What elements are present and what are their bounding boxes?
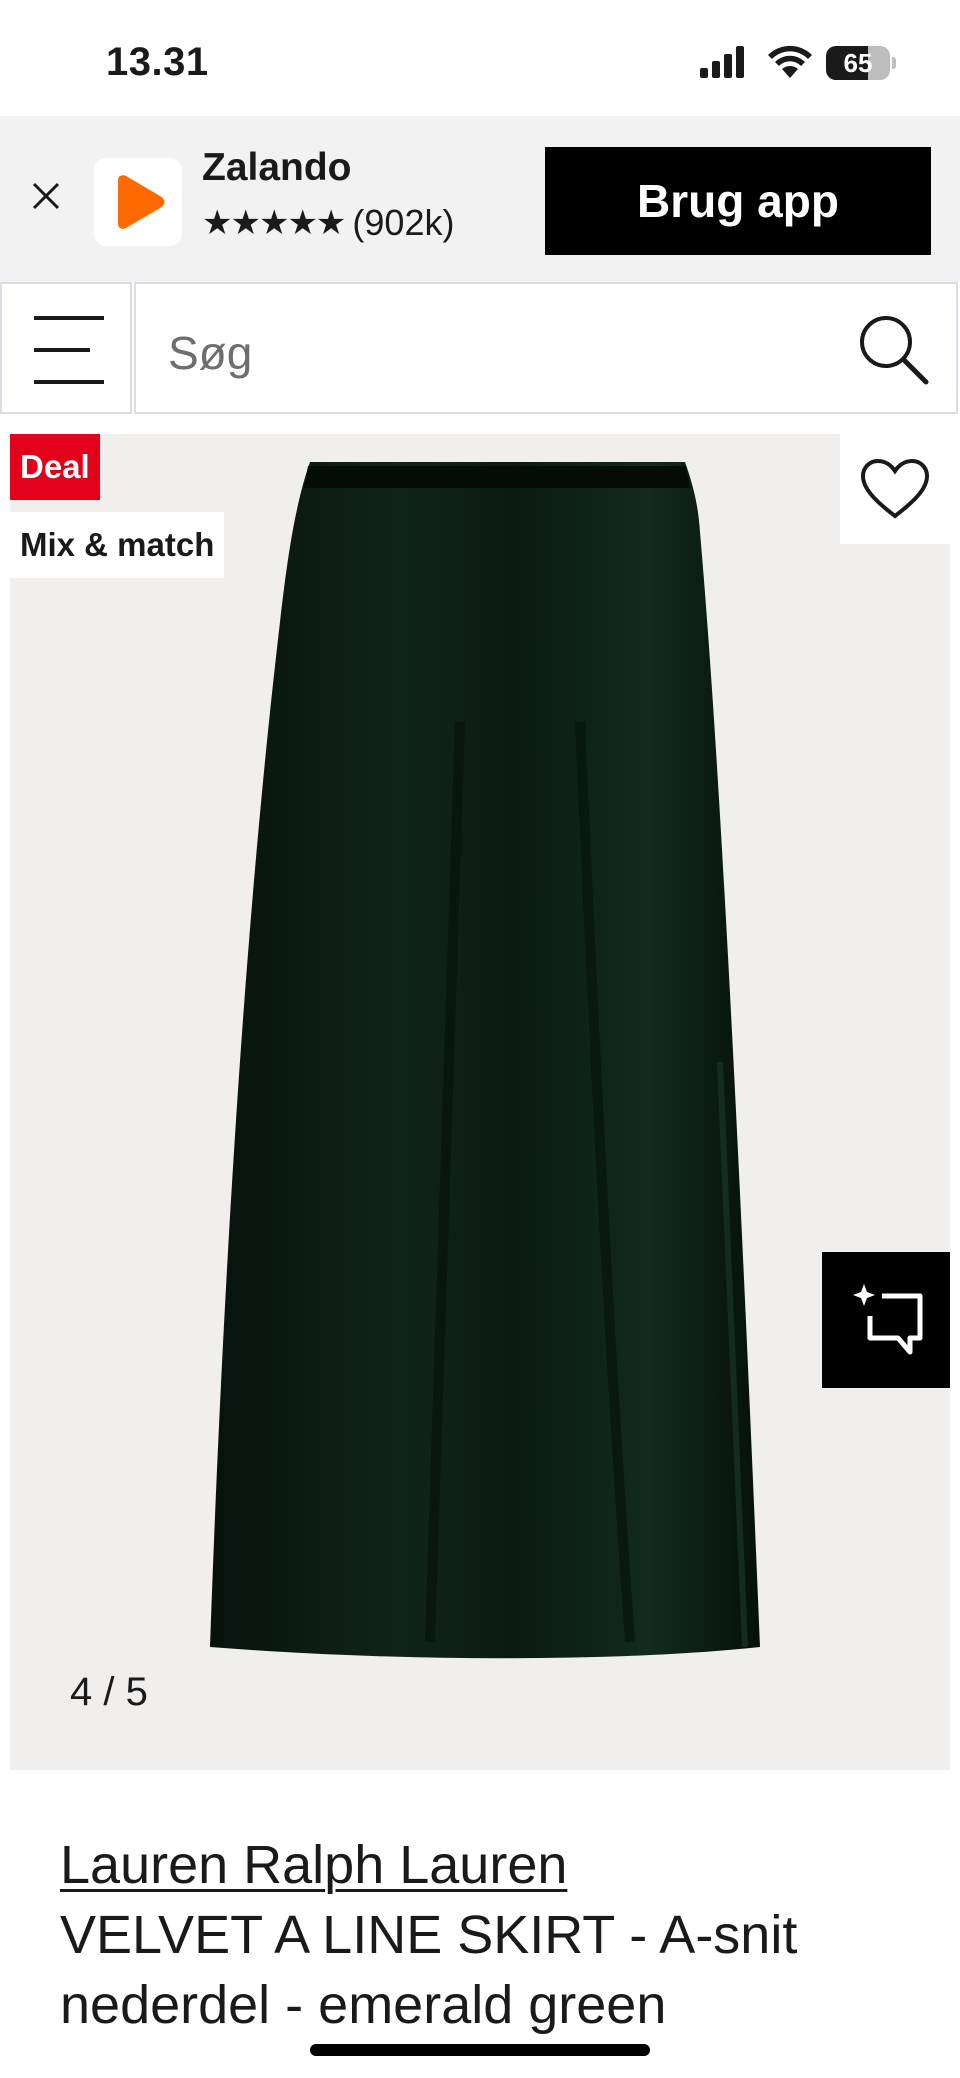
brand-link[interactable]: Lauren Ralph Lauren (60, 1830, 567, 1900)
product-title: VELVET A LINE SKIRT - A-snit nederdel - … (60, 1905, 798, 2035)
search-placeholder: Søg (168, 327, 253, 379)
star-rating-icon: ★★★★★ (202, 204, 346, 242)
close-icon[interactable] (26, 176, 66, 216)
deal-badge: Deal (10, 434, 100, 500)
app-name: Zalando (202, 146, 352, 189)
status-bar: 13.31 65 (0, 0, 960, 116)
product-info: Lauren Ralph Lauren VELVET A LINE SKIRT … (60, 1830, 920, 2040)
search-row: Søg (0, 282, 960, 414)
sparkle-chat-icon (853, 1284, 923, 1355)
app-rating: ★★★★★ (902k) (202, 202, 454, 244)
use-app-button[interactable]: Brug app (545, 147, 931, 255)
heart-icon (860, 458, 930, 519)
image-page-counter: 4 / 5 (70, 1670, 148, 1714)
zalando-play-icon (118, 175, 165, 229)
cellular-signal-icon (700, 46, 744, 78)
search-icon[interactable] (856, 312, 932, 388)
product-image-gallery[interactable]: Deal Mix & match 4 / 5 (10, 434, 950, 1770)
wishlist-button[interactable] (840, 434, 950, 544)
home-indicator[interactable] (310, 2044, 650, 2056)
search-input[interactable]: Søg (134, 282, 958, 414)
zalando-logo (94, 158, 182, 246)
product-image (210, 462, 760, 1659)
battery-level: 65 (843, 48, 873, 78)
menu-icon (34, 316, 104, 320)
status-time: 13.31 (106, 40, 209, 84)
menu-button[interactable] (0, 282, 132, 414)
rating-count: (902k) (352, 202, 455, 243)
wifi-icon (768, 45, 812, 78)
ai-assistant-button[interactable] (822, 1252, 950, 1388)
mix-match-badge: Mix & match (10, 512, 225, 578)
battery-icon: 65 (826, 46, 896, 80)
app-download-banner: Zalando ★★★★★ (902k) Brug app (0, 116, 960, 282)
